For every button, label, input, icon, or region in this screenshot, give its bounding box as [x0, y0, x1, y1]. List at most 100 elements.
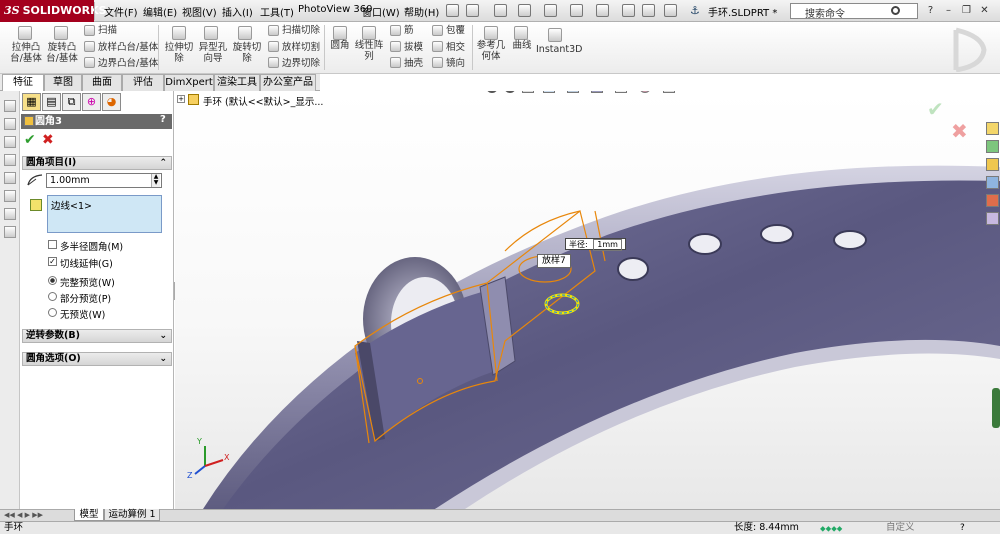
group-fillet-items[interactable]: 圆角项目(I) ⌃ — [22, 156, 172, 170]
appearances-icon[interactable] — [986, 194, 999, 207]
tree-expand-icon[interactable]: + — [177, 95, 185, 103]
status-units[interactable]: 自定义 — [886, 522, 915, 534]
custom-properties-icon[interactable] — [986, 212, 999, 225]
tab-scroll-arrows[interactable]: ◀◀ ◀ ▶ ▶▶ — [4, 510, 70, 520]
view-palette-icon[interactable] — [986, 176, 999, 189]
rebuild-icon[interactable] — [622, 4, 635, 17]
strip-icon-3[interactable] — [4, 136, 16, 148]
cancel-button[interactable]: ✖ — [42, 132, 54, 148]
rib-button[interactable]: 筋 — [404, 25, 414, 36]
tab-model[interactable]: 模型 — [74, 509, 104, 521]
strip-icon-4[interactable] — [4, 154, 16, 166]
strip-icon-2[interactable] — [4, 118, 16, 130]
menu-file[interactable]: 文件(F) — [104, 4, 138, 19]
tab-features[interactable]: 特征 — [2, 74, 44, 91]
menu-edit[interactable]: 编辑(E) — [143, 4, 177, 19]
task-pane-handle[interactable] — [992, 388, 1000, 428]
instant3d-button[interactable]: Instant3D — [536, 44, 582, 55]
tab-surfaces[interactable]: 曲面 — [82, 74, 122, 91]
group-reverse-params[interactable]: 逆转参数(B) ⌄ — [22, 329, 172, 343]
radius-callout[interactable]: 半径: 1mm — [565, 238, 626, 251]
dimxpert-tab-icon[interactable]: ⊕ — [82, 93, 101, 111]
new-icon[interactable] — [466, 4, 479, 17]
radius-spinner[interactable]: ▲ ▼ — [151, 174, 160, 187]
pm-help-button[interactable]: ? — [160, 114, 166, 125]
file-props-icon[interactable] — [642, 4, 655, 17]
section-view-icon[interactable] — [543, 91, 555, 93]
curves-button[interactable]: 曲线 — [508, 40, 536, 51]
strip-icon-7[interactable] — [4, 208, 16, 220]
menu-window[interactable]: 窗口(W) — [362, 4, 400, 19]
sweep-cut-button[interactable]: 扫描切除 — [282, 25, 320, 36]
file-explorer-icon[interactable] — [986, 158, 999, 171]
confirm-cancel-icon[interactable]: ✖ — [951, 119, 968, 143]
search-box[interactable]: 搜索命令 — [790, 3, 918, 20]
shell-button[interactable]: 抽壳 — [404, 58, 423, 69]
extrude-boss-button[interactable]: 拉伸凸 台/基体 — [6, 42, 46, 64]
select-icon[interactable] — [596, 4, 609, 17]
draft-button[interactable]: 拔模 — [404, 42, 423, 53]
feature-tree-tab-icon[interactable]: ▦ — [22, 93, 41, 111]
loft-cut-button[interactable]: 放样切割 — [282, 42, 320, 53]
property-manager-tab-icon[interactable]: ▤ — [42, 93, 61, 111]
help-icon[interactable]: ? — [924, 4, 937, 17]
menu-view[interactable]: 视图(V) — [182, 4, 217, 19]
loft-boss-button[interactable]: 放样凸台/基体 — [98, 42, 158, 53]
ref-geometry-button[interactable]: 参考几 何体 — [474, 40, 508, 62]
print-icon[interactable] — [544, 4, 557, 17]
wrap-button[interactable]: 包覆 — [446, 25, 465, 36]
radius-field[interactable]: 1.00mm ▲ ▼ — [46, 173, 162, 188]
boundary-cut-button[interactable]: 边界切除 — [282, 58, 320, 69]
tab-motion-study[interactable]: 运动算例 1 — [104, 509, 160, 521]
save-icon[interactable] — [518, 4, 531, 17]
full-preview-radio[interactable] — [48, 276, 57, 285]
tangent-propagation-checkbox[interactable]: ✓ — [48, 257, 57, 266]
previous-view-icon[interactable] — [522, 91, 534, 93]
strip-icon-5[interactable] — [4, 172, 16, 184]
revolve-cut-button[interactable]: 旋转切 除 — [230, 42, 264, 64]
close-button[interactable]: ✕ — [978, 4, 991, 17]
feature-tree-root[interactable]: 手环 (默认<<默认>_显示... — [203, 94, 323, 108]
strip-icon-8[interactable] — [4, 226, 16, 238]
menu-help[interactable]: 帮助(H) — [404, 4, 439, 19]
display-manager-tab-icon[interactable]: ◕ — [102, 93, 121, 111]
edge-selection-list[interactable]: 边线<1> — [47, 195, 162, 233]
minimize-button[interactable]: – — [942, 4, 955, 17]
pin-icon[interactable] — [446, 4, 459, 17]
boundary-boss-button[interactable]: 边界凸台/基体 — [98, 58, 158, 69]
mirror-button[interactable]: 镜向 — [446, 58, 465, 69]
hide-show-icon[interactable] — [615, 91, 627, 93]
undo-icon[interactable] — [570, 4, 583, 17]
selection-item[interactable]: 边线<1> — [51, 198, 92, 212]
view-orientation-icon[interactable] — [567, 91, 579, 93]
no-preview-radio[interactable] — [48, 308, 57, 317]
radius-callout-value[interactable]: 1mm — [593, 239, 622, 251]
design-library-icon[interactable] — [986, 140, 999, 153]
status-icons[interactable]: ⬥⬥⬥⬥ — [820, 523, 870, 533]
options-icon[interactable] — [664, 4, 677, 17]
open-icon[interactable] — [494, 4, 507, 17]
restore-button[interactable]: ❐ — [960, 4, 973, 17]
tab-office-products[interactable]: 办公室产品 — [260, 74, 316, 91]
confirm-ok-icon[interactable]: ✔ — [927, 97, 944, 121]
graphics-area[interactable]: Y X Z + 手环 (默认<<默认>_显示... ✔ ✖ 半径: 1mm 放样… — [175, 91, 1000, 509]
menu-insert[interactable]: 插入(I) — [222, 4, 253, 19]
help-icon[interactable]: ? — [960, 522, 965, 534]
partial-preview-radio[interactable] — [48, 292, 57, 301]
config-manager-tab-icon[interactable]: ⧉ — [62, 93, 81, 111]
strip-icon-1[interactable] — [4, 100, 16, 112]
menu-tools[interactable]: 工具(T) — [260, 4, 294, 19]
feature-callout[interactable]: 放样7 — [537, 254, 571, 268]
tab-dimxpert[interactable]: DimXpert — [164, 74, 214, 91]
display-style-icon[interactable] — [591, 91, 603, 93]
strip-icon-6[interactable] — [4, 190, 16, 202]
tab-sketch[interactable]: 草图 — [44, 74, 82, 91]
fillet-button[interactable]: 圆角 — [326, 40, 354, 51]
scene-icon[interactable] — [663, 91, 675, 93]
intersect-button[interactable]: 相交 — [446, 42, 465, 53]
revolve-boss-button[interactable]: 旋转凸 台/基体 — [42, 42, 82, 64]
radius-input[interactable]: 1.00mm — [50, 175, 90, 186]
app-logo[interactable]: 3S SOLIDWORKS — [0, 0, 107, 22]
linear-pattern-button[interactable]: 线性阵 列 — [352, 40, 386, 62]
search-input[interactable]: 搜索命令 — [805, 5, 845, 20]
